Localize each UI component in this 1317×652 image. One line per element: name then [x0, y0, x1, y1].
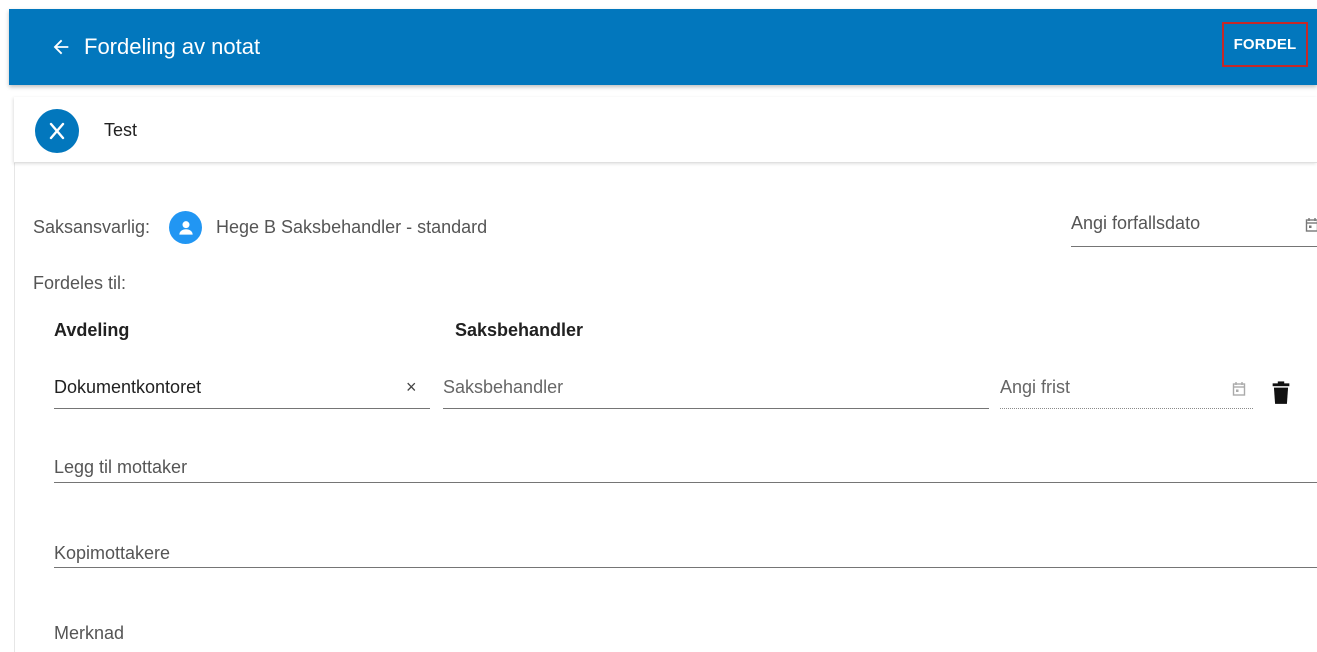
column-header-avdeling: Avdeling — [54, 320, 130, 340]
back-button[interactable] — [47, 33, 75, 61]
close-icon — [49, 122, 65, 140]
fordel-button[interactable]: FORDEL — [1222, 22, 1308, 67]
legg-til-mottaker-input[interactable]: Legg til mottaker — [54, 449, 1317, 483]
kopimottakere-input[interactable]: Kopimottakere — [54, 535, 1317, 568]
page-title: Fordeling av notat — [84, 34, 261, 59]
app-bar: Fordeling av notat FORDEL — [9, 9, 1317, 85]
saksansvarlig-label: Saksansvarlig: — [33, 217, 151, 237]
calendar-icon[interactable] — [1232, 381, 1246, 397]
merknad-label[interactable]: Merknad — [54, 623, 124, 644]
person-icon — [169, 211, 202, 244]
document-header: Test — [14, 97, 1317, 163]
mottaker-placeholder: Legg til mottaker — [54, 457, 188, 477]
kopimottakere-placeholder: Kopimottakere — [54, 543, 171, 563]
delete-icon[interactable] — [1272, 381, 1290, 405]
forfallsdato-placeholder: Angi forfallsdato — [1071, 213, 1201, 233]
fordeles-til-label: Fordeles til: — [33, 273, 127, 293]
document-title: Test — [104, 120, 138, 140]
content-left-border — [14, 163, 15, 652]
frist-placeholder: Angi frist — [1000, 377, 1071, 397]
column-header-saksbehandler: Saksbehandler — [455, 320, 584, 340]
saksbehandler-placeholder: Saksbehandler — [443, 377, 564, 397]
calendar-icon[interactable] — [1305, 217, 1317, 233]
saksbehandler-input[interactable]: Saksbehandler — [443, 367, 989, 409]
clear-avdeling-button[interactable]: × — [406, 377, 417, 398]
saksansvarlig-name[interactable]: Hege B Saksbehandler - standard — [216, 217, 487, 238]
arrow-left-icon — [53, 39, 69, 55]
avdeling-value: Dokumentkontoret — [54, 377, 202, 397]
close-avatar-button[interactable] — [35, 109, 79, 153]
top-margin — [0, 0, 1317, 9]
forfallsdato-field[interactable]: Angi forfallsdato — [1071, 203, 1317, 247]
frist-input[interactable]: Angi frist — [1000, 367, 1253, 409]
avdeling-input[interactable]: Dokumentkontoret × — [54, 367, 430, 409]
